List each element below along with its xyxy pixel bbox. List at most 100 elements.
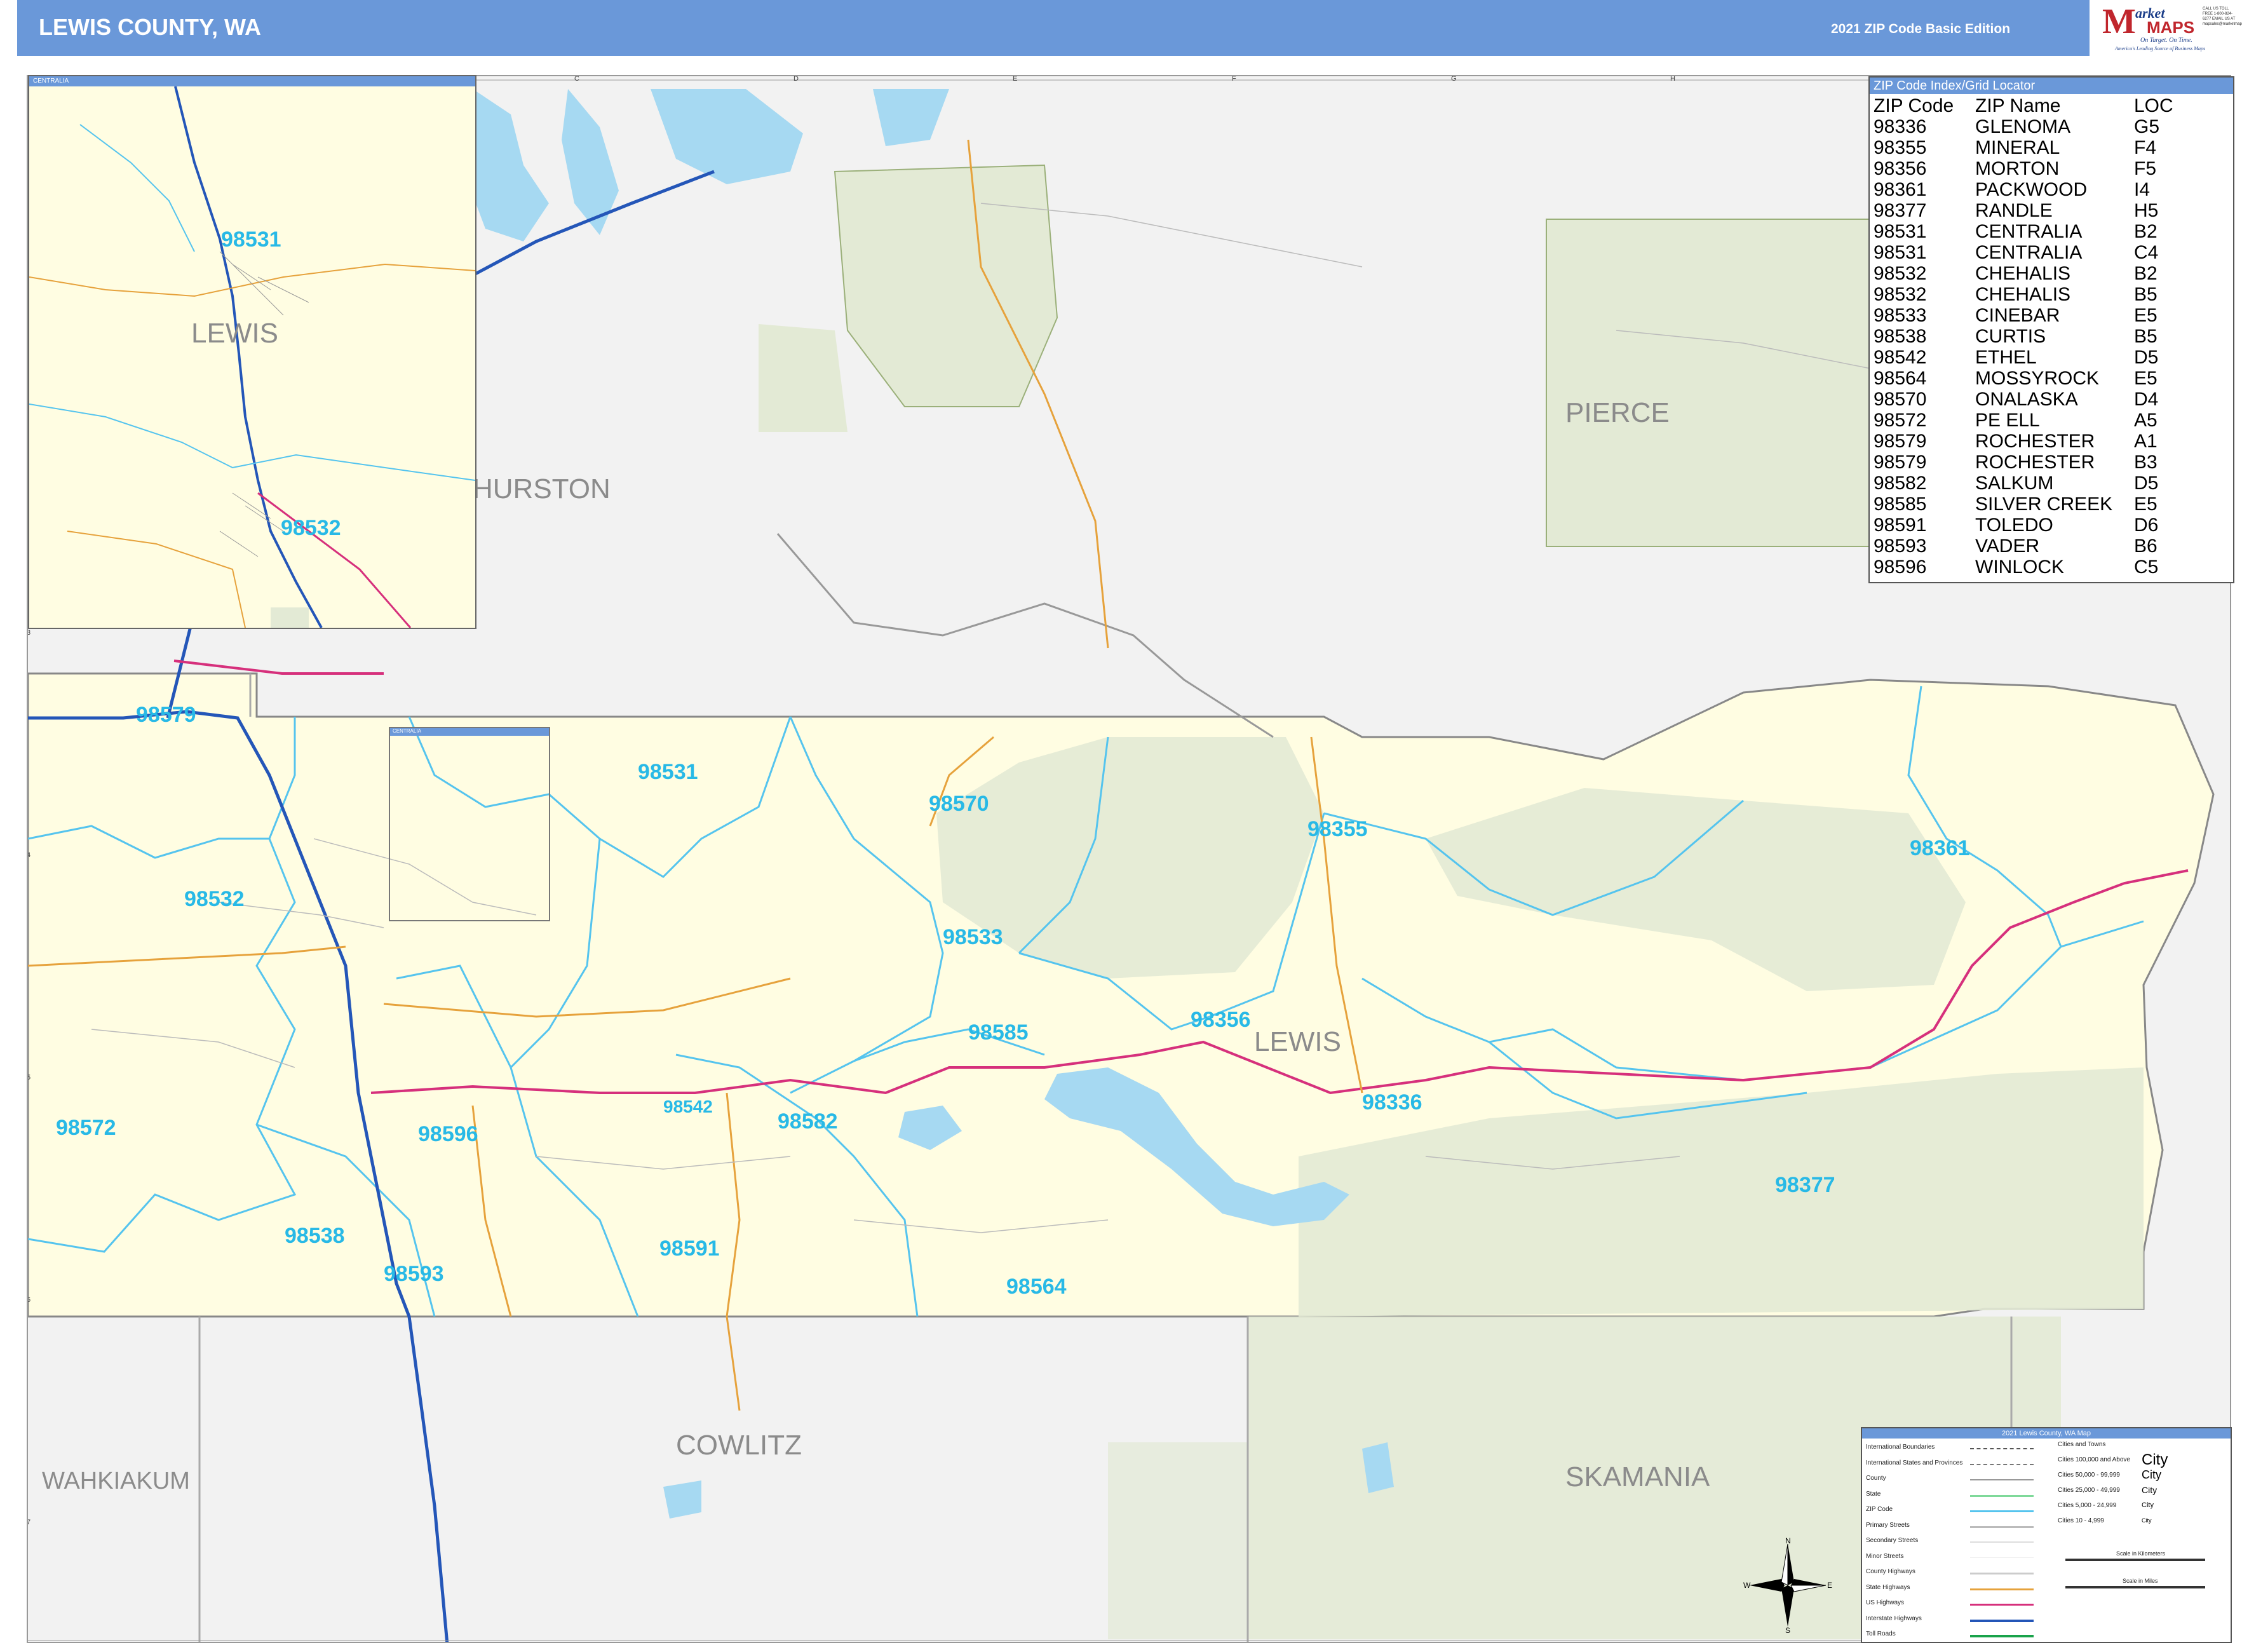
zip-index-cell-zip: 98336 — [1874, 116, 1927, 137]
logo-contact-text: CALL US TOLL FREE 1-800-824-6277 EMAIL U… — [2203, 7, 2242, 26]
zip-index-cell-loc: D4 — [2134, 389, 2159, 410]
zip-index-header-name: ZIP Name — [1975, 95, 2061, 116]
inset-zip-label-98532: 98532 — [281, 516, 341, 540]
zip-index-cell-loc: C5 — [2134, 557, 2159, 578]
zip-index-row: 98361 PACKWOOD I4 — [1874, 179, 2210, 200]
zip-index-cell-name: MORTON — [1975, 158, 2060, 179]
centralia-locator-tab-label: CENTRALIA — [393, 728, 421, 734]
inset-region-label-lewis: LEWIS — [191, 318, 278, 349]
zip-index-row: 98579 ROCHESTER B3 — [1874, 452, 2210, 473]
zip-index-row: 98538 CURTIS B5 — [1874, 326, 2210, 347]
region-label-skamania: SKAMANIA — [1565, 1461, 1710, 1493]
compass-s: S — [1785, 1626, 1790, 1633]
zip-index-cell-name: GLENOMA — [1975, 116, 2071, 137]
logo-maps-text: MAPS — [2147, 18, 2195, 37]
zip-index-cell-name: VADER — [1975, 536, 2040, 557]
zip-index-cell-name: RANDLE — [1975, 200, 2053, 221]
legend-line-label: Secondary Streets — [1866, 1537, 1919, 1544]
grid-col-f: F — [1232, 75, 1236, 83]
zip-index-cell-zip: 98531 — [1874, 221, 1927, 242]
legend-city-label: Cities 100,000 and Above — [2058, 1456, 2130, 1463]
centralia-locator-box[interactable]: CENTRALIA — [389, 727, 550, 921]
zip-index-cell-name: CINEBAR — [1975, 305, 2060, 326]
legend-line-label: International Boundaries — [1866, 1444, 1935, 1451]
zip-index-row: 98531 CENTRALIA B2 — [1874, 221, 2210, 242]
legend-line-sample — [1970, 1557, 2034, 1558]
grid-row-7: 7 — [27, 1519, 31, 1526]
legend-line-label: ZIP Code — [1866, 1506, 1893, 1513]
zip-label-98591: 98591 — [659, 1236, 720, 1261]
legend-line-sample — [1970, 1573, 2034, 1574]
zip-label-98596: 98596 — [418, 1122, 478, 1146]
zip-code-index-panel: ZIP Code Index/Grid Locator ZIP Code ZIP… — [1868, 76, 2234, 583]
zip-index-row: 98585 SILVER CREEK E5 — [1874, 494, 2210, 515]
legend-line-sample — [1970, 1463, 2034, 1465]
zip-label-98361: 98361 — [1910, 836, 1970, 860]
zip-index-cell-zip: 98596 — [1874, 557, 1927, 578]
zip-label-98570: 98570 — [929, 792, 989, 816]
zip-index-row: 98572 PE ELL A5 — [1874, 410, 2210, 431]
inset-zip-boundary — [29, 403, 475, 481]
grid-col-h: H — [1670, 75, 1675, 83]
market-maps-logo[interactable]: M arket MAPS On Target. On Time. America… — [2090, 0, 2242, 56]
zip-index-header-row: ZIP Code ZIP Name LOC — [1874, 95, 2210, 116]
zip-index-cell-loc: B6 — [2134, 536, 2158, 557]
legend-line-label: International States and Provinces — [1866, 1459, 1963, 1466]
inset-tab-label: CENTRALIA — [33, 78, 69, 85]
zip-index-cell-zip: 98361 — [1874, 179, 1927, 200]
zip-index-cell-name: ROCHESTER — [1975, 452, 2095, 473]
zip-index-cell-zip: 98532 — [1874, 263, 1927, 284]
zip-index-cell-loc: A1 — [2134, 431, 2158, 452]
zip-label-98356: 98356 — [1191, 1008, 1251, 1032]
inset-base-layer — [29, 86, 475, 628]
legend-city-sample: City — [2142, 1468, 2161, 1481]
zip-index-cell-zip: 98533 — [1874, 305, 1927, 326]
zip-index-cell-zip: 98585 — [1874, 494, 1927, 515]
zip-index-row: 98531 CENTRALIA C4 — [1874, 242, 2210, 263]
mt-st-helens-area — [1108, 1442, 1248, 1639]
legend-cities-header: Cities and Towns — [2058, 1441, 2106, 1448]
zip-index-cell-name: CENTRALIA — [1975, 242, 2083, 263]
inset-tab: CENTRALIA — [29, 76, 475, 86]
zip-index-cell-loc: B5 — [2134, 326, 2158, 347]
legend-scale-mi-bar — [2065, 1586, 2205, 1588]
zip-index-row: 98579 ROCHESTER A1 — [1874, 431, 2210, 452]
zip-index-row: 98532 CHEHALIS B5 — [1874, 284, 2210, 305]
zip-index-row: 98570 ONALASKA D4 — [1874, 389, 2210, 410]
zip-index-cell-name: MOSSYROCK — [1975, 368, 2100, 389]
zip-index-row: 98593 VADER B6 — [1874, 536, 2210, 557]
zip-index-cell-loc: B2 — [2134, 221, 2158, 242]
region-label-thurston: HURSTON — [473, 473, 611, 504]
logo-subtitle: America's Leading Source of Business Map… — [2115, 46, 2206, 51]
zip-index-cell-loc: B5 — [2134, 284, 2158, 305]
inset-zip-label-98531: 98531 — [221, 227, 281, 252]
zip-label-98336: 98336 — [1362, 1090, 1422, 1114]
zip-index-cell-loc: E5 — [2134, 305, 2158, 326]
legend-scale-km-label: Scale in Kilometers — [2116, 1550, 2166, 1557]
logo-m-letter: M — [2102, 2, 2136, 41]
logo-tagline: On Target. On Time. — [2140, 37, 2192, 44]
zip-index-table: ZIP Code ZIP Name LOC 98336 GLENOMA G5 9835… — [1874, 95, 2210, 578]
inset-interstate — [174, 86, 323, 628]
zip-index-cell-loc: I4 — [2134, 179, 2151, 200]
centralia-inset-map[interactable]: CENTRALIA LEWIS 98531 98532 — [28, 75, 476, 629]
zip-index-row: 98564 MOSSYROCK E5 — [1874, 368, 2210, 389]
zip-index-title: ZIP Code Index/Grid Locator — [1870, 78, 2233, 94]
zip-index-cell-name: ONALASKA — [1975, 389, 2078, 410]
zip-index-cell-name: SILVER CREEK — [1975, 494, 2113, 515]
legend-line-sample — [1970, 1479, 2034, 1480]
zip-index-cell-name: WINLOCK — [1975, 557, 2065, 578]
zip-index-row: 98377 RANDLE H5 — [1874, 200, 2210, 221]
edition-label: 2021 ZIP Code Basic Edition — [1831, 22, 2011, 36]
zip-label-98532: 98532 — [184, 887, 245, 911]
grid-col-e: E — [1013, 75, 1018, 83]
legend-city-sample: City — [2142, 1485, 2158, 1495]
zip-index-cell-zip: 98579 — [1874, 452, 1927, 473]
zip-index-cell-name: ETHEL — [1975, 347, 2037, 368]
centralia-locator-tab: CENTRALIA — [390, 728, 549, 736]
legend-title: 2021 Lewis County, WA Map — [1862, 1428, 2231, 1439]
zip-index-row: 98533 CINEBAR E5 — [1874, 305, 2210, 326]
legend-city-label: Cities 10 - 4,999 — [2058, 1517, 2104, 1524]
grid-col-d: D — [793, 75, 799, 83]
zip-label-98377: 98377 — [1775, 1173, 1835, 1197]
